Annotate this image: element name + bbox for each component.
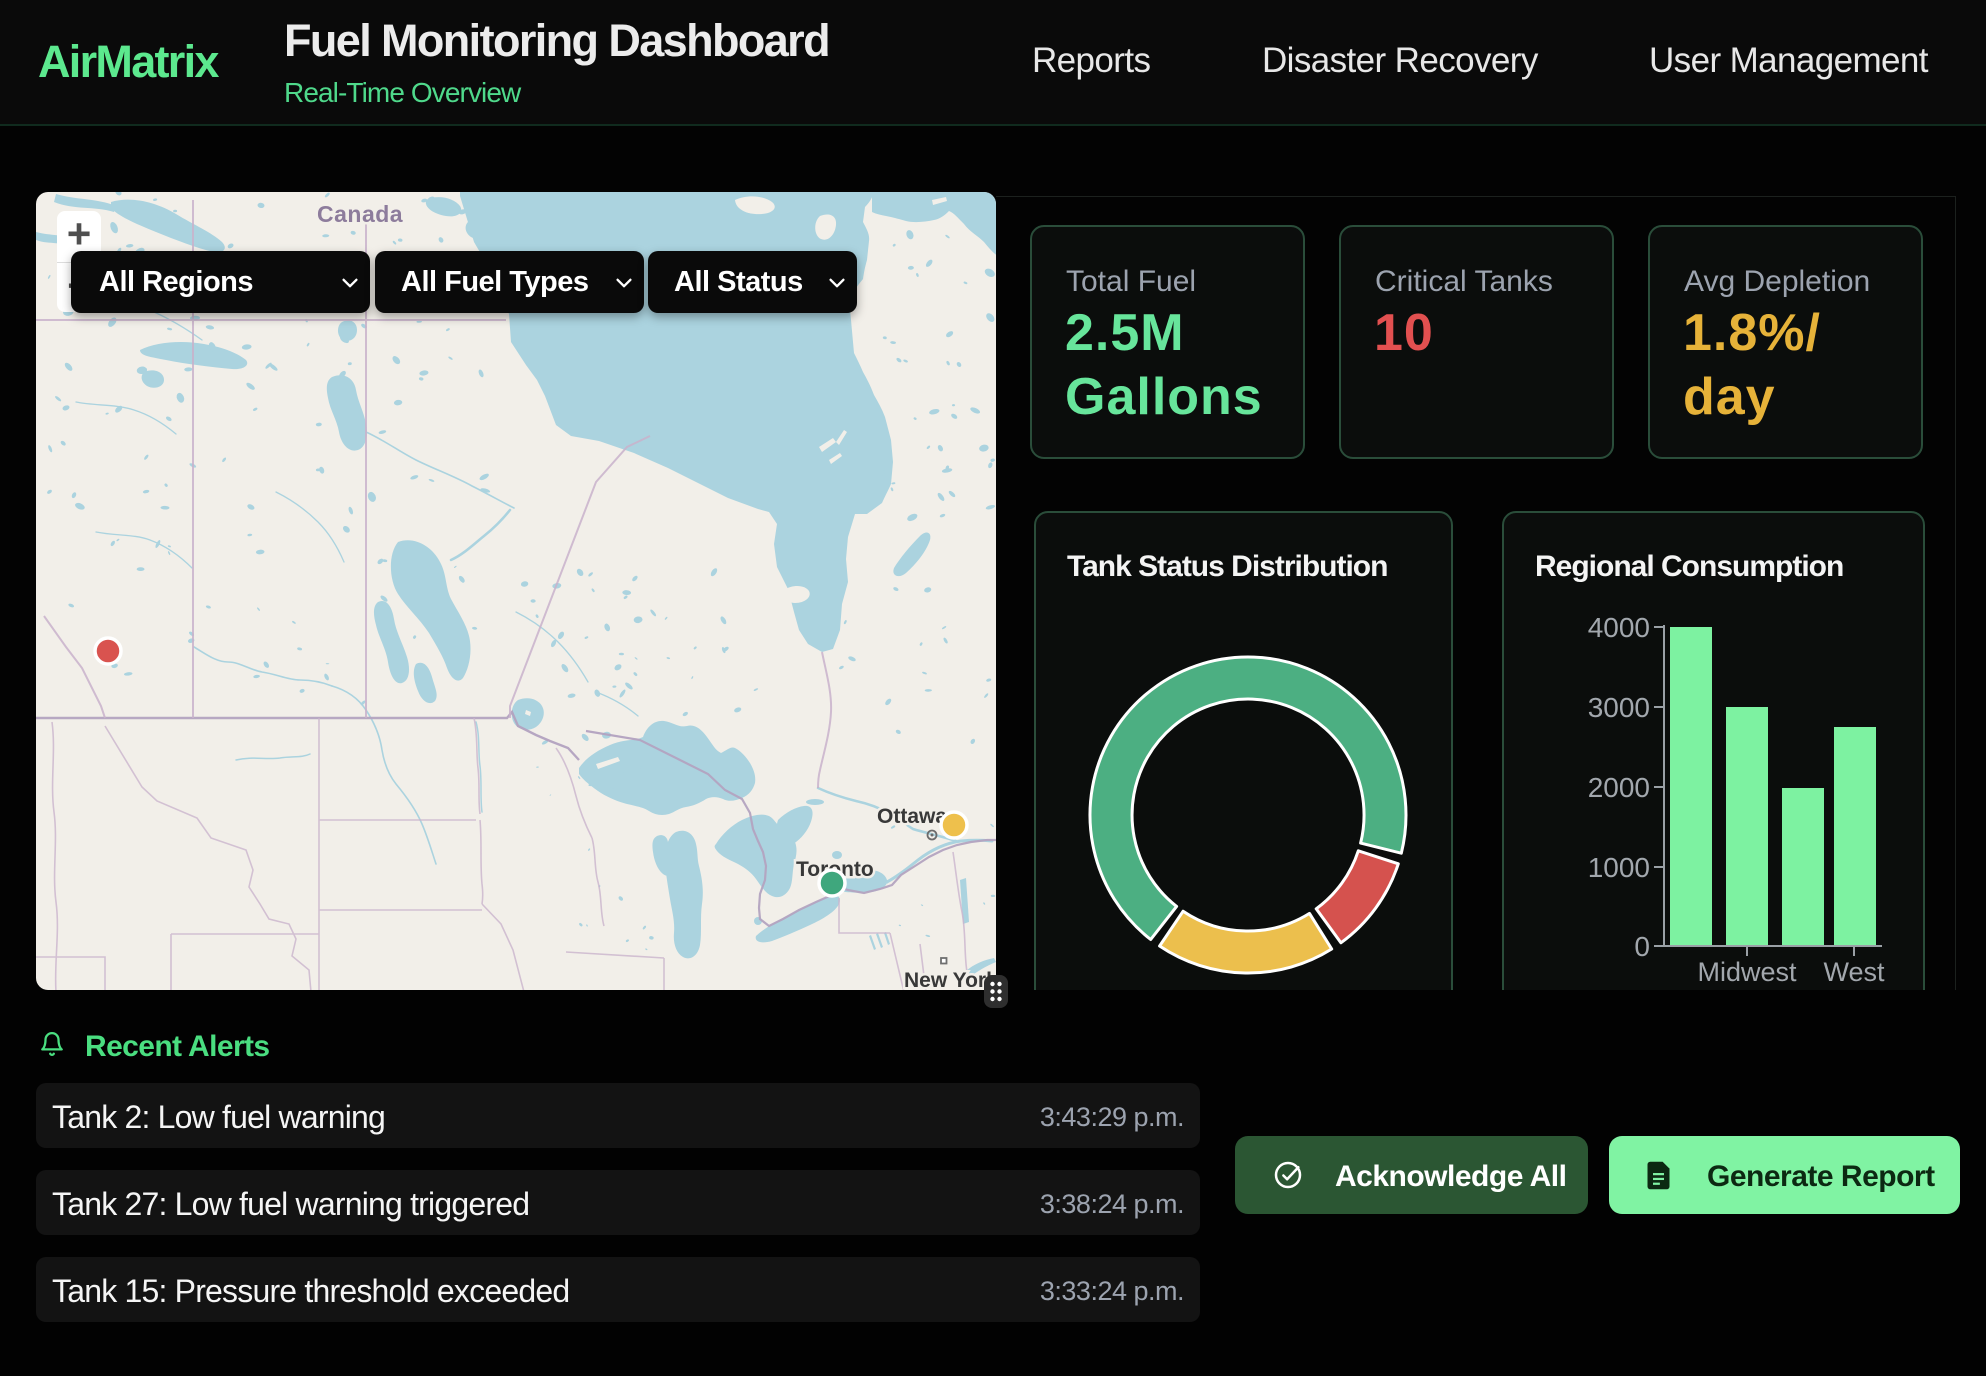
svg-text:4000: 4000 — [1588, 612, 1650, 643]
svg-text:3000: 3000 — [1588, 692, 1650, 723]
svg-text:Canada: Canada — [317, 201, 403, 227]
svg-text:West: West — [1823, 957, 1885, 987]
svg-text:New York: New York — [904, 969, 996, 990]
svg-text:0: 0 — [1634, 931, 1650, 962]
svg-text:1000: 1000 — [1588, 852, 1650, 883]
svg-text:2000: 2000 — [1588, 772, 1650, 803]
svg-text:Midwest: Midwest — [1697, 957, 1797, 987]
svg-text:Ottawa: Ottawa — [877, 805, 947, 828]
